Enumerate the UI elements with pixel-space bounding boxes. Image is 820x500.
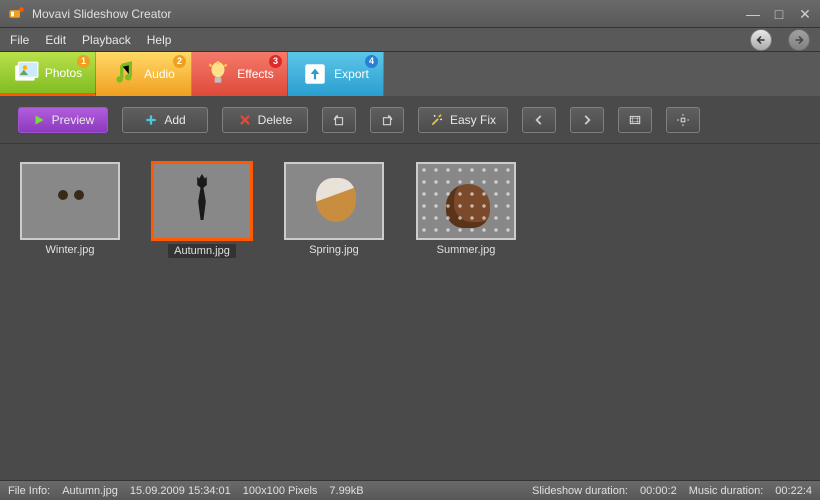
thumbnail-image xyxy=(284,162,384,240)
tab-audio[interactable]: Audio 2 xyxy=(96,52,192,96)
tab-badge: 2 xyxy=(173,55,186,68)
status-file-name: Autumn.jpg xyxy=(62,485,118,497)
tab-label: Effects xyxy=(237,67,273,81)
tab-label: Audio xyxy=(144,67,175,81)
thumbnail-caption: Spring.jpg xyxy=(309,244,359,256)
status-file-label: File Info: xyxy=(8,485,50,497)
thumbnail-item[interactable]: Winter.jpg xyxy=(18,162,122,256)
menu-file[interactable]: File xyxy=(10,33,29,47)
tab-export[interactable]: Export 4 xyxy=(288,52,384,96)
app-icon xyxy=(8,5,26,23)
rotate-right-button[interactable] xyxy=(370,107,404,133)
rotate-left-button[interactable] xyxy=(322,107,356,133)
titlebar: Movavi Slideshow Creator — □ ✕ xyxy=(0,0,820,28)
window-controls: — □ ✕ xyxy=(746,7,812,21)
thumbnail-caption: Winter.jpg xyxy=(46,244,95,256)
minimize-button[interactable]: — xyxy=(746,7,760,21)
tab-badge: 1 xyxy=(77,55,90,68)
thumbnail-image xyxy=(416,162,516,240)
prev-button[interactable] xyxy=(522,107,556,133)
thumbnail-image xyxy=(20,162,120,240)
status-dims: 100x100 Pixels xyxy=(243,485,318,497)
easyfix-button[interactable]: Easy Fix xyxy=(418,107,508,133)
status-date: 15.09.2009 15:34:01 xyxy=(130,485,231,497)
thumbnail-item[interactable]: Summer.jpg xyxy=(414,162,518,256)
status-size: 7.99kB xyxy=(329,485,363,497)
button-label: Easy Fix xyxy=(450,113,496,127)
tab-photos[interactable]: Photos 1 xyxy=(0,52,96,96)
filmstrip-button[interactable] xyxy=(618,107,652,133)
tab-effects[interactable]: Effects 3 xyxy=(192,52,288,96)
undo-button[interactable] xyxy=(750,29,772,51)
status-slideshow-val: 00:00:2 xyxy=(640,485,677,497)
thumbnail-image xyxy=(152,162,252,240)
menu-playback[interactable]: Playback xyxy=(82,33,131,47)
next-button[interactable] xyxy=(570,107,604,133)
status-music-label: Music duration: xyxy=(689,485,764,497)
thumbnail-caption: Autumn.jpg xyxy=(168,244,236,258)
effects-icon xyxy=(205,61,231,87)
toolbar: Preview Add Delete Easy Fix xyxy=(0,96,820,144)
button-label: Add xyxy=(164,113,185,127)
status-slideshow-label: Slideshow duration: xyxy=(532,485,628,497)
tab-badge: 3 xyxy=(269,55,282,68)
tab-label: Photos xyxy=(45,66,82,80)
redo-button[interactable] xyxy=(788,29,810,51)
audio-icon xyxy=(112,61,138,87)
thumbnail-caption: Summer.jpg xyxy=(437,244,496,256)
close-button[interactable]: ✕ xyxy=(798,7,812,21)
tab-badge: 4 xyxy=(365,55,378,68)
button-label: Preview xyxy=(52,113,95,127)
photos-icon xyxy=(13,60,39,86)
export-icon xyxy=(302,61,328,87)
maximize-button[interactable]: □ xyxy=(772,7,786,21)
thumbnail-grid: Winter.jpg Autumn.jpg Spring.jpg Summer.… xyxy=(0,144,820,480)
tab-label: Export xyxy=(334,67,369,81)
menu-help[interactable]: Help xyxy=(147,33,172,47)
window-title: Movavi Slideshow Creator xyxy=(32,7,746,21)
menu-edit[interactable]: Edit xyxy=(45,33,66,47)
statusbar: File Info: Autumn.jpg 15.09.2009 15:34:0… xyxy=(0,480,820,500)
tabbar: Photos 1 Audio 2 Effects 3 Export 4 xyxy=(0,52,820,96)
add-button[interactable]: Add xyxy=(122,107,208,133)
thumbnail-item[interactable]: Autumn.jpg xyxy=(150,162,254,258)
thumbnail-item[interactable]: Spring.jpg xyxy=(282,162,386,256)
button-label: Delete xyxy=(258,113,293,127)
fullscreen-button[interactable] xyxy=(666,107,700,133)
menubar: File Edit Playback Help xyxy=(0,28,820,52)
delete-button[interactable]: Delete xyxy=(222,107,308,133)
preview-button[interactable]: Preview xyxy=(18,107,108,133)
status-music-val: 00:22:4 xyxy=(775,485,812,497)
